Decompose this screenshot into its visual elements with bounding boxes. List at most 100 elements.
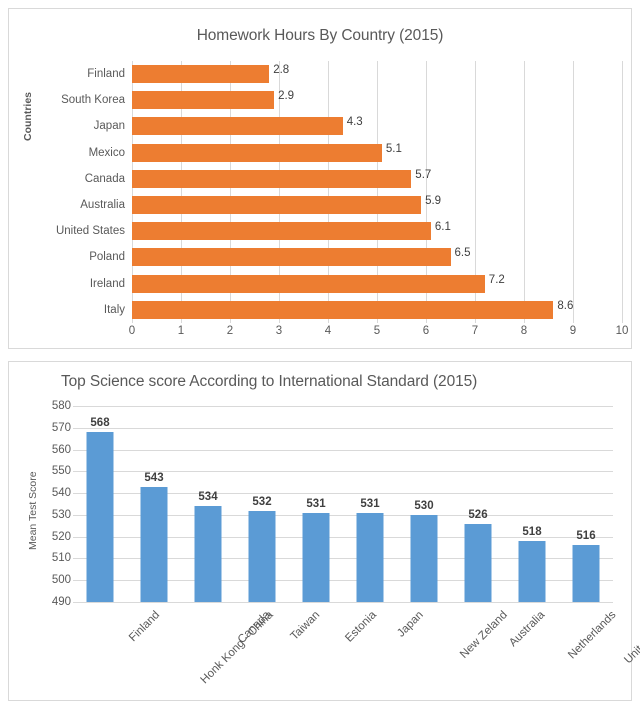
- science-score-bar: [194, 506, 222, 602]
- homework-hours-x-tick: 7: [471, 325, 479, 337]
- science-score-bar-slot: 531: [343, 406, 397, 602]
- homework-hours-x-tick: 10: [615, 325, 629, 337]
- table-row: United States 6.1: [56, 218, 622, 244]
- homework-hours-plot-area: Finland 2.8 South Korea 2.9 Japan 4.3 Mexico 5.…: [56, 61, 623, 323]
- table-row: Australia 5.9: [80, 192, 622, 218]
- science-score-y-tick: 500: [51, 574, 71, 587]
- science-score-bar: [572, 545, 600, 602]
- science-score-bar: [86, 432, 114, 602]
- science-score-y-tick: 560: [51, 443, 71, 456]
- science-score-category-label: Netherlands: [566, 609, 619, 662]
- science-score-category-label: Canada: [235, 609, 273, 646]
- science-score-bar-value: 531: [360, 497, 380, 510]
- homework-hours-category-label: Canada: [84, 172, 125, 185]
- homework-hours-bar: [132, 222, 431, 241]
- gridline-vertical: [622, 61, 623, 323]
- science-score-bar-value: 543: [144, 471, 164, 484]
- science-score-y-tick: 570: [51, 421, 71, 434]
- homework-hours-x-tick: 8: [520, 325, 528, 337]
- science-score-bar: [410, 514, 438, 602]
- science-score-bar-slot: 531: [289, 406, 343, 602]
- science-score-bar: [356, 512, 384, 602]
- science-score-category-label: Australia: [507, 609, 548, 650]
- table-row: Poland 6.5: [89, 244, 622, 270]
- homework-hours-x-tick: 1: [177, 325, 185, 337]
- gridline-horizontal: [73, 602, 613, 603]
- science-score-bar-value: 518: [522, 526, 542, 539]
- science-score-y-axis-title: Mean Test Score: [27, 471, 39, 550]
- science-score-y-tick: 530: [51, 508, 71, 521]
- science-score-category-label: Estonia: [343, 609, 379, 645]
- homework-hours-bar-value: 2.9: [278, 90, 295, 103]
- science-score-bar-slot: 543: [127, 406, 181, 602]
- science-score-y-tick: 510: [51, 552, 71, 565]
- science-score-bar-value: 531: [306, 497, 326, 510]
- homework-hours-bar-value: 8.6: [557, 299, 574, 312]
- homework-hours-category-label: Australia: [80, 198, 125, 211]
- homework-hours-bar-value: 4.3: [346, 116, 363, 129]
- science-score-bar-value: 530: [414, 499, 434, 512]
- science-score-bar: [140, 486, 168, 602]
- science-score-bar: [248, 510, 276, 602]
- homework-hours-bar-value: 5.1: [385, 142, 402, 155]
- homework-hours-category-label: Japan: [93, 120, 125, 133]
- science-score-bar-slot: 516: [559, 406, 613, 602]
- table-row: South Korea 2.9: [61, 87, 622, 113]
- science-score-category-label: Japan: [395, 609, 426, 640]
- homework-hours-bar-value: 5.9: [425, 194, 442, 207]
- science-score-bar-slot: 568: [73, 406, 127, 602]
- table-row: Ireland 7.2: [90, 271, 622, 297]
- science-score-bar-value: 526: [468, 508, 488, 521]
- homework-hours-bar: [132, 300, 554, 319]
- homework-hours-bar: [132, 248, 451, 267]
- homework-hours-y-axis-title: Countries: [22, 91, 34, 141]
- homework-hours-bar-value: 7.2: [488, 273, 505, 286]
- science-score-category-label: United States: [622, 609, 640, 667]
- table-row: Japan 4.3: [94, 113, 622, 139]
- homework-hours-bar: [132, 91, 275, 110]
- science-score-category-label: Taiwan: [288, 609, 323, 643]
- science-score-bar: [518, 541, 546, 602]
- homework-hours-x-tick: 4: [324, 325, 332, 337]
- homework-hours-bar: [132, 169, 412, 188]
- science-score-bar-value: 568: [90, 417, 110, 430]
- homework-hours-chart: Homework Hours By Country (2015) Countri…: [8, 8, 632, 349]
- science-score-bar-value: 532: [252, 495, 272, 508]
- science-score-category-label: New Zeland: [457, 609, 510, 661]
- homework-hours-bar: [132, 195, 422, 214]
- science-score-x-axis: Finland Honk Kong - China Canada Taiwan Esto…: [73, 605, 640, 695]
- science-score-bar: [302, 512, 330, 602]
- homework-hours-x-tick: 6: [422, 325, 430, 337]
- homework-hours-bar-value: 2.8: [273, 64, 290, 76]
- homework-hours-bar-value: 6.5: [454, 247, 471, 260]
- science-score-chart: Top Science score According to Internati…: [8, 361, 640, 701]
- science-score-bar-value: 534: [198, 491, 218, 504]
- science-score-y-tick: 520: [51, 530, 71, 543]
- table-row: Italy 8.6: [104, 297, 622, 323]
- table-row: Canada 5.7: [85, 166, 622, 192]
- table-row: Finland 2.8: [87, 61, 622, 87]
- homework-hours-bar: [132, 274, 485, 293]
- homework-hours-category-label: South Korea: [61, 94, 125, 107]
- table-row: Mexico 5.1: [89, 140, 622, 166]
- homework-hours-chart-title: Homework Hours By Country (2015): [196, 27, 444, 44]
- science-score-bar-value: 516: [576, 530, 596, 543]
- homework-hours-bar-value: 6.1: [434, 221, 451, 234]
- science-score-y-tick: 580: [51, 400, 71, 412]
- homework-hours-x-tick: 5: [373, 325, 381, 337]
- homework-hours-bar: [132, 65, 270, 83]
- homework-hours-x-tick: 9: [569, 325, 577, 337]
- science-score-chart-title: Top Science score According to Internati…: [61, 373, 478, 390]
- science-score-bar-slot: 530: [397, 406, 451, 602]
- homework-hours-x-tick: 2: [226, 325, 234, 337]
- homework-hours-category-label: Mexico: [88, 146, 125, 159]
- homework-hours-category-label: Italy: [103, 303, 125, 316]
- homework-hours-category-label: Ireland: [89, 277, 125, 290]
- science-score-y-axis: 490 500 510 520 530 540 550 560 570 580: [39, 400, 71, 608]
- homework-hours-x-axis: 0 1 2 3 4 5 6 7 8 9 10: [128, 325, 629, 345]
- homework-hours-x-tick: 0: [128, 325, 136, 337]
- science-score-bar-slot: 518: [505, 406, 559, 602]
- science-score-bar-slot: 526: [451, 406, 505, 602]
- homework-hours-bar: [132, 143, 382, 162]
- science-score-bar-slot: 534: [181, 406, 235, 602]
